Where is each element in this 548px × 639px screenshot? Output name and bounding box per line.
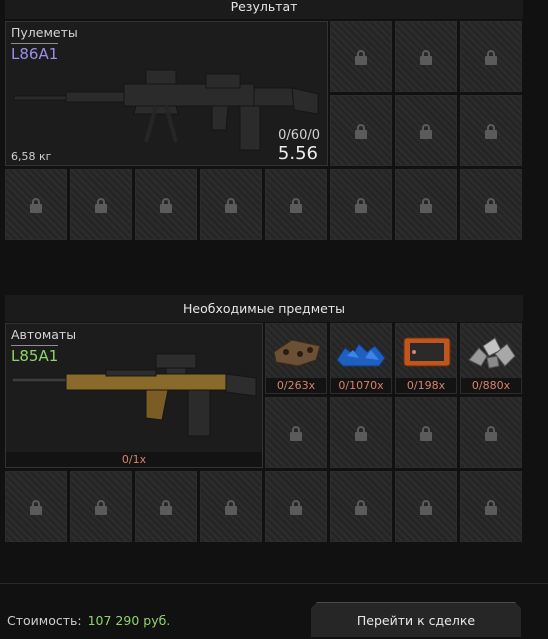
blue-crystals-icon: [336, 343, 386, 367]
lock-icon: [355, 197, 367, 213]
lock-icon: [485, 499, 497, 515]
lock-icon: [30, 499, 42, 515]
locked-slot: [460, 95, 522, 166]
locked-slot: [5, 169, 67, 240]
lock-icon: [420, 123, 432, 139]
lock-icon: [290, 499, 302, 515]
lock-icon: [420, 499, 432, 515]
weapon-category: Пулеметы: [11, 25, 78, 40]
locked-slot: [70, 471, 132, 542]
required-weapon-count: 0/1x: [6, 452, 262, 467]
caliber-value: 5.56: [277, 143, 318, 164]
resource-slot[interactable]: 0/1070x: [330, 323, 392, 394]
locked-slot: [265, 169, 327, 240]
lock-icon: [290, 425, 302, 441]
resource-count: 0/263x: [266, 378, 326, 393]
lock-icon: [160, 197, 172, 213]
locked-slot: [5, 471, 67, 542]
locked-slot: [460, 21, 522, 92]
locked-slot: [200, 169, 262, 240]
lock-icon: [95, 197, 107, 213]
lock-icon: [225, 197, 237, 213]
locked-slot: [395, 471, 457, 542]
cost-value: 107 290 руб.: [87, 613, 171, 628]
lock-icon: [355, 425, 367, 441]
go-to-deal-button[interactable]: Перейти к сделке: [311, 602, 521, 637]
locked-slot: [200, 471, 262, 542]
resource-slot[interactable]: 0/198x: [395, 323, 457, 394]
resource-slot[interactable]: 0/880x: [460, 323, 522, 394]
required-weapon-card[interactable]: Автоматы L85A1 0/1x: [5, 323, 263, 468]
lock-icon: [225, 499, 237, 515]
lock-icon: [420, 49, 432, 65]
resource-count: 0/198x: [396, 378, 456, 393]
cost-display: Стоимость: 107 290 руб.: [7, 613, 170, 628]
ammo-count: 0/60/0: [278, 128, 320, 143]
locked-slot: [70, 169, 132, 240]
locked-slot: [395, 397, 457, 468]
locked-slot: [265, 397, 327, 468]
locked-slot: [460, 169, 522, 240]
locked-slot: [265, 471, 327, 542]
rifle-image: [11, 353, 257, 437]
lock-icon: [355, 49, 367, 65]
lock-icon: [160, 499, 172, 515]
lock-icon: [290, 197, 302, 213]
locked-slot: [395, 21, 457, 92]
locked-slot: [460, 397, 522, 468]
locked-slot: [135, 169, 197, 240]
locked-slot: [395, 95, 457, 166]
weapon-category: Автоматы: [11, 327, 77, 342]
locked-slot: [395, 169, 457, 240]
result-weapon-card[interactable]: Пулеметы L86A1 0/60/0 5.56 6,58 кг: [5, 21, 328, 166]
resource-slot[interactable]: 0/263x: [265, 323, 327, 394]
orange-device-icon: [403, 337, 451, 367]
locked-slot: [330, 169, 392, 240]
lock-icon: [485, 49, 497, 65]
lock-icon: [485, 123, 497, 139]
lock-icon: [420, 425, 432, 441]
metal-scrap-icon: [468, 337, 516, 369]
required-header: Необходимые предметы: [5, 295, 523, 322]
locked-slot: [330, 471, 392, 542]
result-header: Результат: [5, 0, 523, 19]
lock-icon: [485, 425, 497, 441]
resource-count: 0/880x: [461, 378, 521, 393]
lock-icon: [355, 123, 367, 139]
resource-count: 0/1070x: [331, 378, 391, 393]
locked-slot: [330, 21, 392, 92]
locked-slot: [330, 95, 392, 166]
result-title: Результат: [230, 0, 298, 14]
lock-icon: [355, 499, 367, 515]
footer-divider: [0, 583, 548, 584]
lock-icon: [30, 197, 42, 213]
lock-icon: [485, 197, 497, 213]
cost-label: Стоимость:: [7, 613, 82, 628]
locked-slot: [460, 471, 522, 542]
brown-resource-icon: [273, 339, 321, 367]
locked-slot: [330, 397, 392, 468]
lock-icon: [420, 197, 432, 213]
weapon-weight: 6,58 кг: [11, 150, 52, 163]
required-title: Необходимые предметы: [183, 301, 345, 316]
lock-icon: [95, 499, 107, 515]
locked-slot: [135, 471, 197, 542]
